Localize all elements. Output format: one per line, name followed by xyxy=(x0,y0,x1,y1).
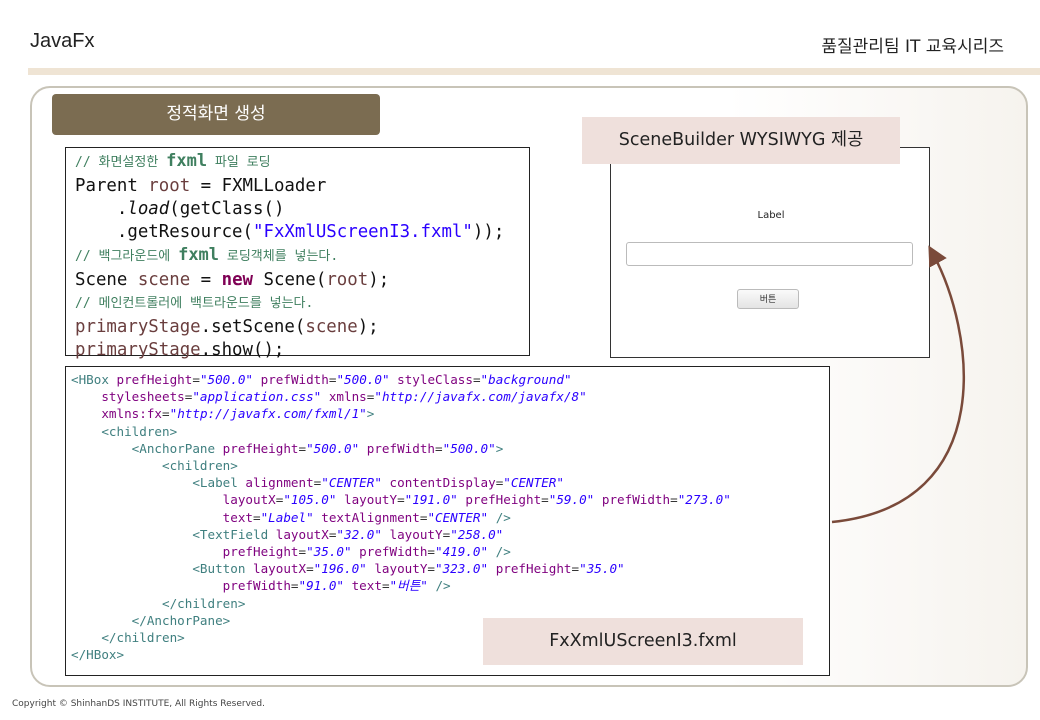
copyright-footer: Copyright © ShinhanDS INSTITUTE, All Rig… xyxy=(12,699,266,709)
arrow-line xyxy=(831,245,965,524)
arrow-connector xyxy=(831,245,965,524)
